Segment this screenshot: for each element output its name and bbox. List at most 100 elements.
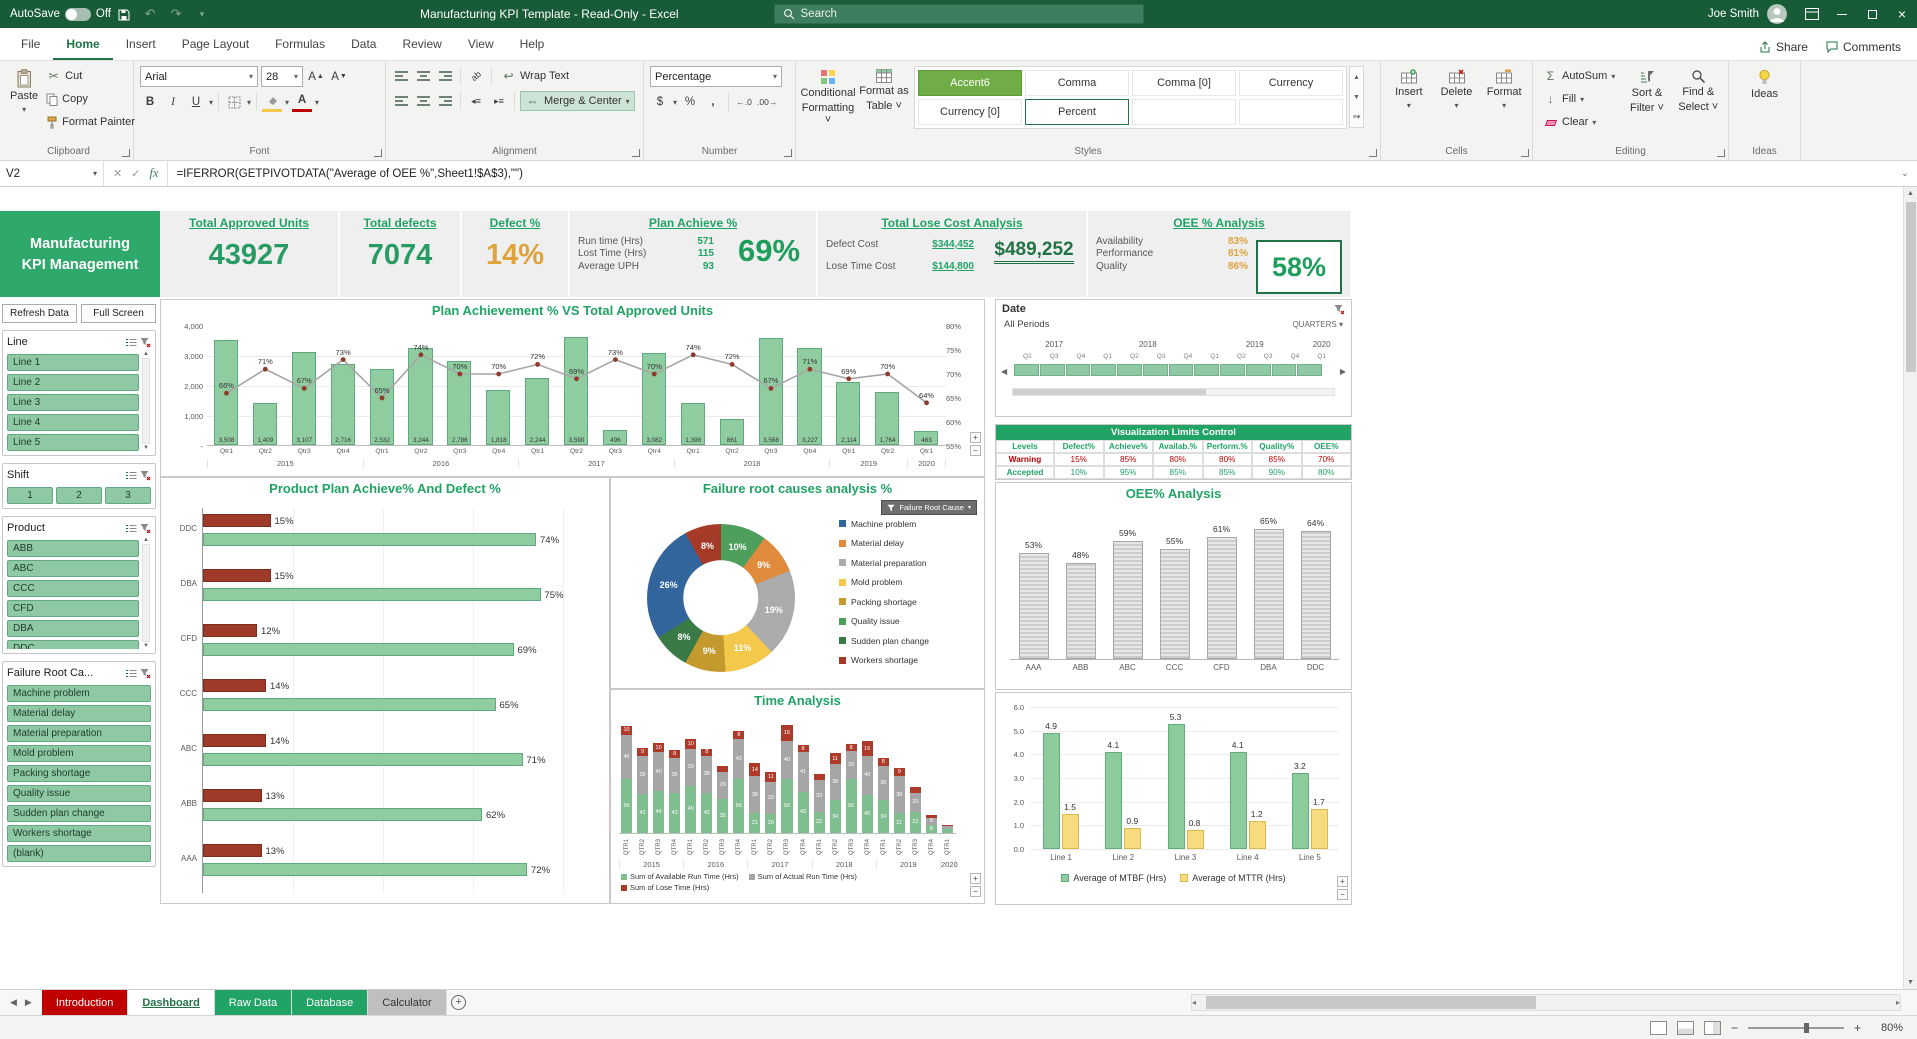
pivot-collapse-button[interactable]: − xyxy=(970,886,981,897)
merge-center-button[interactable]: ⇔Merge & Center▾ xyxy=(520,91,635,111)
time-segment-actual[interactable]: 8 xyxy=(926,818,937,826)
mtbf-bar-line-1[interactable] xyxy=(1043,733,1060,849)
slicer-item-material-preparation[interactable]: Material preparation xyxy=(7,725,151,742)
page-break-view-icon[interactable] xyxy=(1704,1021,1721,1035)
gallery-up-icon[interactable]: ▲ xyxy=(1350,67,1363,87)
slicer-item-abc[interactable]: ABC xyxy=(7,560,139,577)
autosave-toggle[interactable]: AutoSave Off xyxy=(10,8,111,21)
format-cells-button[interactable]: Format▾ xyxy=(1482,66,1526,146)
mttr-bar-line-4[interactable] xyxy=(1249,821,1266,849)
vertical-scrollbar[interactable]: ▲ ▼ xyxy=(1903,187,1917,989)
pivot-expand-button[interactable]: + xyxy=(970,873,981,884)
mtbf-bar-line-5[interactable] xyxy=(1292,773,1309,849)
timeline-segment[interactable] xyxy=(1194,364,1219,376)
slicer-item-line-1[interactable]: Line 1 xyxy=(7,354,139,371)
slicer-item-mold-problem[interactable]: Mold problem xyxy=(7,745,151,762)
sheet-tab-introduction[interactable]: Introduction xyxy=(42,990,128,1015)
zoom-out-icon[interactable]: − xyxy=(1731,1021,1738,1035)
autosum-button[interactable]: ΣAutoSum▾ xyxy=(1539,66,1619,86)
maximize-button[interactable] xyxy=(1857,0,1887,28)
italic-button[interactable]: I xyxy=(163,92,183,112)
timeline-segment[interactable] xyxy=(1117,364,1142,376)
font-size-select[interactable]: 28▾ xyxy=(261,66,303,87)
timeline-granularity-select[interactable]: QUARTERS ▾ xyxy=(1292,320,1343,329)
cut-button[interactable]: ✂Cut xyxy=(42,66,139,86)
defect-bar-cfd[interactable] xyxy=(203,624,257,637)
slicer-item-ccc[interactable]: CCC xyxy=(7,580,139,597)
undo-icon[interactable]: ↶ xyxy=(137,6,163,22)
search-box[interactable] xyxy=(774,4,1144,24)
formula-input[interactable]: =IFERROR(GETPIVOTDATA("Average of OEE %"… xyxy=(168,168,1893,180)
ribbon-tab-insert[interactable]: Insert xyxy=(113,30,169,60)
horizontal-scrollbar[interactable]: ◂ ▸ xyxy=(1191,994,1901,1011)
editing-dialog-launcher-icon[interactable] xyxy=(1717,149,1725,157)
time-segment-available[interactable]: 40 xyxy=(862,795,873,833)
ribbon-tab-help[interactable]: Help xyxy=(507,30,558,60)
sheet-nav-right-icon[interactable]: ▶ xyxy=(25,997,32,1008)
time-segment-available[interactable]: 42 xyxy=(701,793,712,833)
close-button[interactable]: × xyxy=(1887,0,1917,28)
time-segment-lose[interactable]: 11 xyxy=(830,753,841,764)
mttr-bar-line-2[interactable] xyxy=(1124,828,1141,849)
hscroll-thumb[interactable] xyxy=(1206,996,1536,1009)
pivot-collapse-button[interactable]: − xyxy=(970,445,981,456)
decrease-indent-icon[interactable]: ◂≡ xyxy=(466,91,486,111)
time-segment-lose[interactable]: 8 xyxy=(669,750,680,758)
comma-style-icon[interactable]: , xyxy=(703,92,723,112)
ribbon-tab-file[interactable]: File xyxy=(8,30,53,60)
time-segment-actual[interactable]: 38 xyxy=(749,776,760,812)
name-box[interactable]: V2▾ xyxy=(0,161,104,186)
slicer-item-dba[interactable]: DBA xyxy=(7,620,139,637)
timeline-segment[interactable] xyxy=(1169,364,1194,376)
time-segment-available[interactable]: 34 xyxy=(830,800,841,833)
legend-item-material-preparation[interactable]: Material preparation xyxy=(839,553,929,573)
achieve-bar-dba[interactable] xyxy=(203,588,541,601)
pivot-expand-button[interactable]: + xyxy=(970,432,981,443)
decrease-font-size-icon[interactable]: A▼ xyxy=(329,67,349,87)
underline-button[interactable]: U xyxy=(186,92,206,112)
multi-select-icon[interactable] xyxy=(125,470,137,481)
time-segment-available[interactable]: 22 xyxy=(814,812,825,833)
scroll-down-icon[interactable]: ▼ xyxy=(143,445,149,451)
time-segment-actual[interactable]: 33 xyxy=(814,780,825,812)
sheet-nav-left-icon[interactable]: ◀ xyxy=(10,997,17,1008)
timeline-right-arrow[interactable]: ▶ xyxy=(1340,367,1346,376)
time-segment-actual[interactable]: 38 xyxy=(701,756,712,792)
style-comma-0[interactable]: Comma [0] xyxy=(1132,70,1236,96)
time-segment-actual[interactable]: 46 xyxy=(621,735,632,779)
slicer-item-1[interactable]: 1 xyxy=(7,487,53,504)
time-segment-lose[interactable]: 8 xyxy=(846,744,857,752)
failure-root-cause-field-button[interactable]: Failure Root Cause▾ xyxy=(881,500,977,515)
sheet-tab-dashboard[interactable]: Dashboard xyxy=(128,990,214,1015)
insert-cells-button[interactable]: Insert▾ xyxy=(1387,66,1431,146)
time-segment-lose[interactable]: 14 xyxy=(749,763,760,776)
scroll-down-icon[interactable]: ▼ xyxy=(1907,976,1914,989)
style-currency[interactable]: Currency xyxy=(1239,70,1343,96)
scroll-up-icon[interactable]: ▲ xyxy=(143,537,149,543)
defect-bar-abb[interactable] xyxy=(203,789,262,802)
slicer-item-line-5[interactable]: Line 5 xyxy=(7,434,139,451)
time-segment-available[interactable]: 44 xyxy=(653,791,664,833)
sheet-tab-calculator[interactable]: Calculator xyxy=(368,990,447,1015)
font-dialog-launcher-icon[interactable] xyxy=(374,149,382,157)
slicer-item-quality-issue[interactable]: Quality issue xyxy=(7,785,151,802)
time-segment-actual[interactable]: 39 xyxy=(637,756,648,793)
time-segment-actual[interactable]: 39 xyxy=(685,749,696,786)
time-segment-actual[interactable]: 20 xyxy=(910,793,921,812)
defect-bar-aaa[interactable] xyxy=(203,844,262,857)
gallery-down-icon[interactable]: ▼ xyxy=(1350,87,1363,107)
bold-button[interactable]: B xyxy=(140,92,160,112)
time-segment-available[interactable]: 41 xyxy=(637,794,648,833)
zoom-knob[interactable] xyxy=(1804,1023,1809,1033)
time-segment-actual[interactable]: 29 xyxy=(717,772,728,800)
timeline-segment[interactable] xyxy=(1246,364,1271,376)
font-color-icon[interactable]: A xyxy=(292,92,312,112)
timeline-segment[interactable] xyxy=(1066,364,1091,376)
increase-indent-icon[interactable]: ▸≡ xyxy=(489,91,509,111)
time-segment-actual[interactable]: 40 xyxy=(862,756,873,794)
timeline-segment[interactable] xyxy=(1143,364,1168,376)
timeline-clear-filter-icon[interactable] xyxy=(1334,304,1345,315)
failure-root-causes-chart[interactable]: Failure root causes analysis % Failure R… xyxy=(610,477,985,689)
slicer-item-ddc[interactable]: DDC xyxy=(7,640,139,649)
achieve-bar-ddc[interactable] xyxy=(203,533,536,546)
